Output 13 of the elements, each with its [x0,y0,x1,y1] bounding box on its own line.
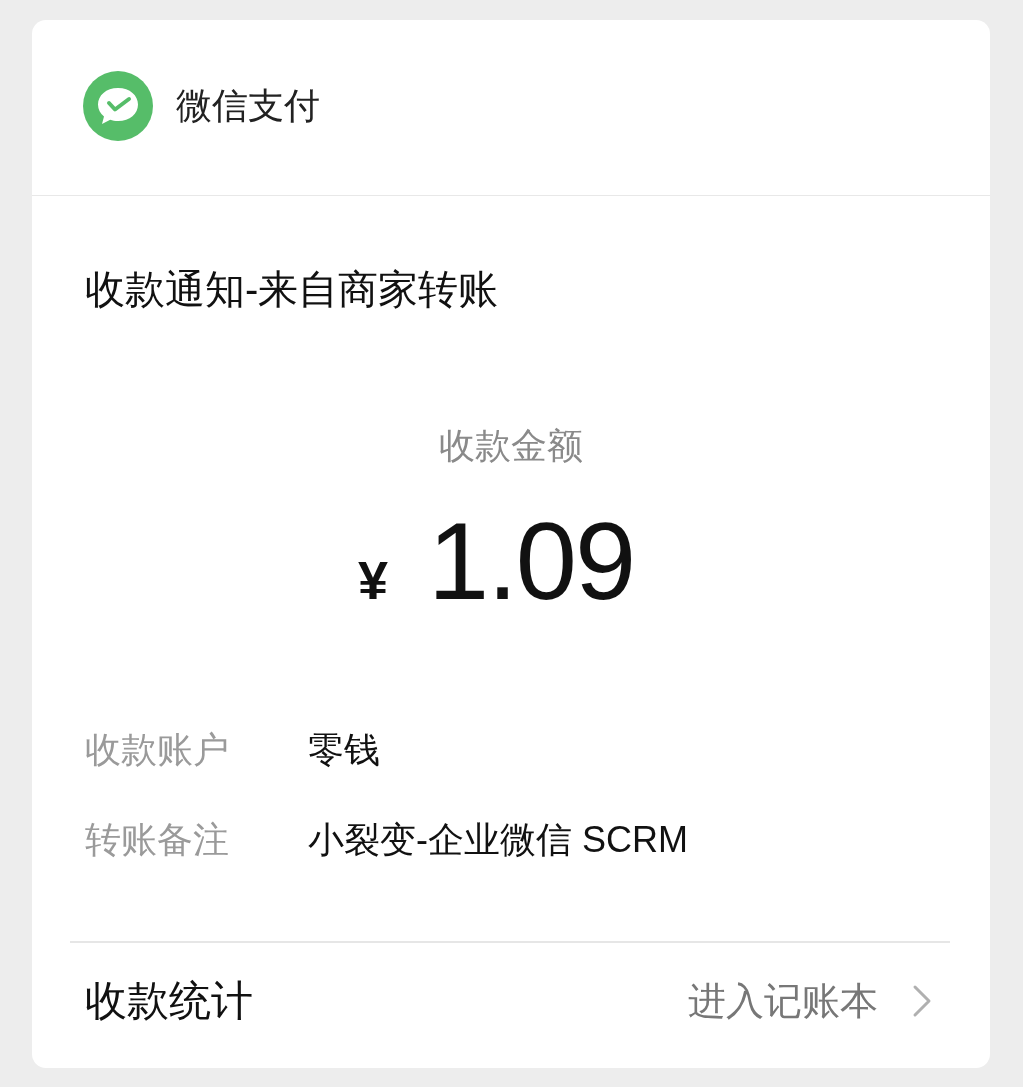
amount-label: 收款金额 [438,424,584,468]
detail-label: 转账备注 [85,818,230,862]
amount-value: 1.09 [427,498,635,624]
notice-title: 收款通知-来自商家转账 [85,266,500,313]
currency-symbol: ¥ [357,549,388,612]
ledger-link[interactable]: 进入记账本 [688,975,932,1027]
chevron-right-icon [912,984,932,1018]
detail-value: 小裂变-企业微信 SCRM [308,818,688,862]
detail-label: 收款账户 [85,728,230,772]
detail-value: 零钱 [308,728,380,772]
brand-name: 微信支付 [176,83,320,128]
chat-bubble-check-icon [83,70,153,141]
statistics-label: 收款统计 [85,976,253,1026]
